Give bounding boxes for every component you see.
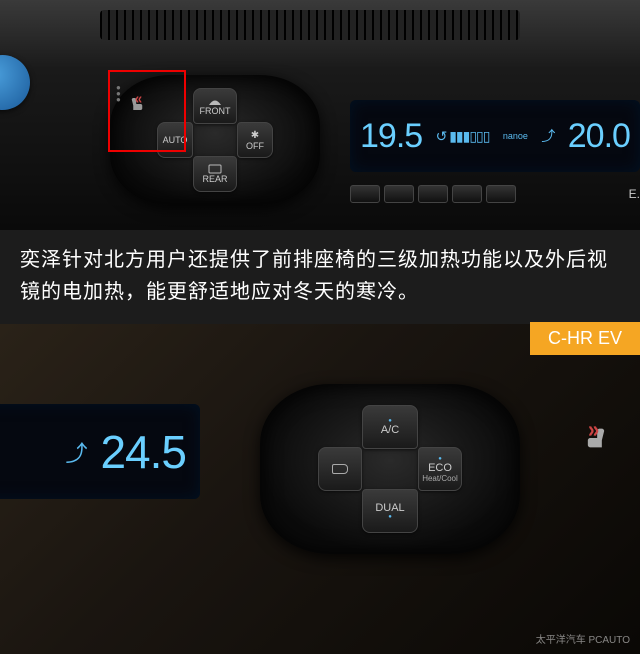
control-button-strip: E.	[350, 178, 640, 210]
strip-button[interactable]	[418, 185, 448, 203]
nanoe-indicator: nanoe	[503, 131, 528, 141]
car-recirculation-icon	[332, 464, 348, 474]
indicator-dot-icon: ●	[388, 514, 392, 520]
source-watermark: 太平洋汽车 PCAUTO	[536, 631, 630, 646]
heated-seat-icon	[582, 424, 610, 452]
ac-label: A/C	[381, 424, 399, 436]
temp-readout-right: 20.0	[568, 117, 630, 156]
strip-button[interactable]	[452, 185, 482, 203]
airflow-direction-icon: ⤴	[65, 436, 86, 468]
climate-control-pod-bottom: ● A/C DUAL ● ● ECO Heat/Cool	[260, 384, 520, 554]
highlight-box	[108, 70, 186, 152]
heat-cool-label: Heat/Cool	[422, 474, 458, 483]
strip-button[interactable]	[384, 185, 414, 203]
front-defrost-label: FRONT	[200, 106, 231, 116]
badge-e: E.	[629, 187, 640, 201]
ac-button[interactable]: ● A/C	[362, 405, 418, 449]
recirculation-button[interactable]	[318, 447, 362, 491]
front-defrost-icon	[208, 96, 222, 106]
passenger-seat-heat-button[interactable]	[582, 424, 610, 458]
blue-power-button[interactable]	[0, 55, 30, 110]
climate-display-top: 19.5 ↺ ▮▮▮▯▯▯ nanoe ⤴ 20.0	[350, 100, 640, 172]
fan-icon: ✱	[251, 130, 259, 141]
dual-button[interactable]: DUAL ●	[362, 489, 418, 533]
comparison-caption: 奕泽针对北方用户还提供了前排座椅的三级加热功能以及外后视镜的电加热，能更舒适地应…	[0, 230, 640, 324]
rear-defrost-button[interactable]: REAR	[193, 156, 237, 192]
eco-label: ECO	[428, 462, 452, 474]
rear-defrost-icon	[208, 164, 222, 174]
climate-display-bottom: ⤴ 24.5	[0, 404, 200, 499]
fan-speed-icon: ↺ ▮▮▮▯▯▯	[436, 128, 490, 145]
off-label: OFF	[246, 141, 264, 151]
dashboard-vent	[100, 10, 520, 40]
vehicle-tag-bottom: C-HR EV	[530, 322, 640, 355]
airflow-direction-icon: ⤴	[541, 126, 554, 146]
front-defrost-button[interactable]: FRONT	[193, 88, 237, 124]
off-button[interactable]: ✱ OFF	[237, 122, 273, 158]
bottom-comparison-panel: ⤴ 24.5 ● A/C DUAL ● ● ECO Heat/Cool	[0, 324, 640, 654]
temp-readout-left: 19.5	[360, 117, 422, 156]
eco-heat-cool-button[interactable]: ● ECO Heat/Cool	[418, 447, 462, 491]
strip-button[interactable]	[486, 185, 516, 203]
rear-defrost-label: REAR	[202, 174, 227, 184]
dual-label: DUAL	[375, 502, 404, 514]
strip-button[interactable]	[350, 185, 380, 203]
top-comparison-panel: ●●● FRONT REAR AUTO ✱ OFF 19.5 ↺ ▮▮▮▯▯▯ …	[0, 0, 640, 230]
temp-readout-bottom: 24.5	[100, 425, 186, 479]
